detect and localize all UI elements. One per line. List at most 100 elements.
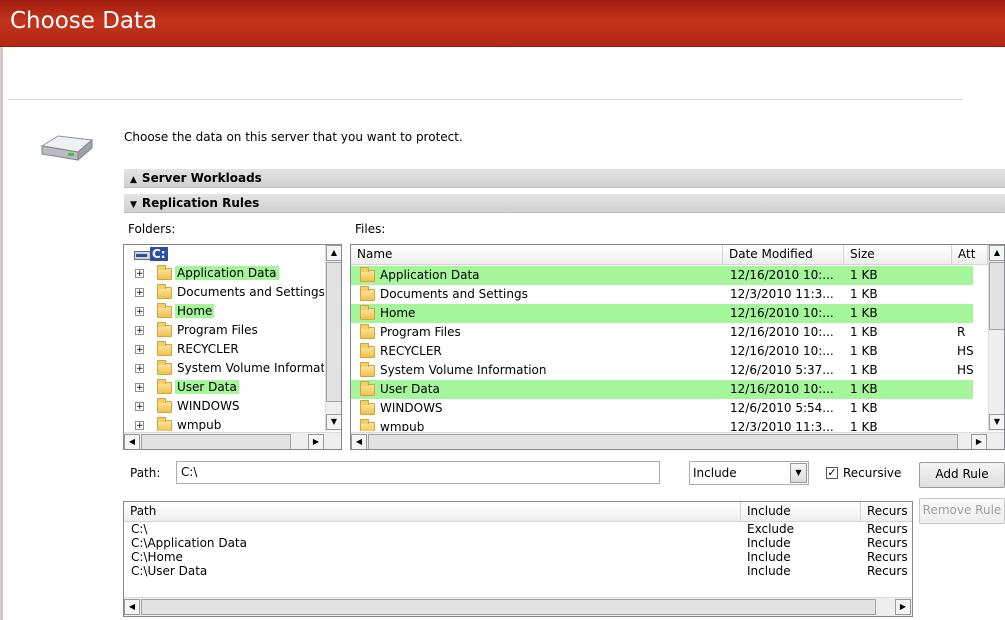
triangle-up-icon: ▲ xyxy=(130,175,137,185)
folder-tree-hscrollbar[interactable]: ◀ ▶ xyxy=(124,432,341,449)
file-date-modified: 12/16/2010 10:... xyxy=(730,268,834,282)
intro-text: Choose the data on this server that you … xyxy=(124,130,463,144)
file-date-modified: 12/16/2010 10:... xyxy=(730,344,834,358)
file-row[interactable]: Home 12/16/2010 10:... 1 KB xyxy=(351,304,973,323)
column-header-date-modified[interactable]: Date Modified xyxy=(723,245,844,265)
tree-item[interactable]: + System Volume Informat xyxy=(124,360,324,379)
file-row[interactable]: System Volume Information 12/6/2010 5:37.… xyxy=(351,361,974,380)
plus-box-icon[interactable]: + xyxy=(135,288,144,298)
scroll-thumb[interactable] xyxy=(326,262,341,402)
column-header-path[interactable]: Path xyxy=(124,502,741,522)
tree-item[interactable]: + Documents and Settings xyxy=(124,284,324,303)
remove-rule-button[interactable]: Remove Rule xyxy=(919,498,1005,524)
file-row[interactable]: Program Files 12/16/2010 10:... 1 KB R xyxy=(351,323,973,342)
files-list[interactable]: Name Date Modified Size Att Application … xyxy=(350,244,1005,450)
scroll-right-button[interactable]: ▶ xyxy=(308,434,324,449)
file-row[interactable]: RECYCLER 12/16/2010 10:... 1 KB HS xyxy=(351,342,974,361)
scroll-thumb[interactable] xyxy=(141,599,876,615)
file-size: 1 KB xyxy=(850,325,878,339)
plus-box-icon[interactable]: + xyxy=(135,345,144,355)
include-mode-value: Include xyxy=(693,466,737,480)
scroll-thumb[interactable] xyxy=(989,262,1004,330)
plus-box-icon[interactable]: + xyxy=(135,364,144,374)
file-row[interactable]: wmpub 12/3/2010 11:3... 1 KB xyxy=(351,418,973,431)
rules-hscrollbar[interactable]: ◀ ▶ xyxy=(124,597,912,616)
rule-row[interactable]: C:\ Exclude Recurs xyxy=(124,523,908,536)
folder-icon xyxy=(360,267,375,282)
column-header-size[interactable]: Size xyxy=(844,245,952,265)
rule-include: Include xyxy=(747,550,791,564)
server-workloads-section[interactable]: ▲ Server Workloads xyxy=(124,168,1005,188)
tree-item[interactable]: + RECYCLER xyxy=(124,341,324,360)
tree-item-label: Documents and Settings xyxy=(177,285,324,299)
folder-tree[interactable]: C: + Application Data + Documents and Setti… xyxy=(123,244,342,450)
server-workloads-label: Server Workloads xyxy=(141,171,262,185)
tree-item[interactable]: + WINDOWS xyxy=(124,398,324,417)
tree-item-label: WINDOWS xyxy=(177,399,240,413)
rule-row[interactable]: C:\Home Include Recurs xyxy=(124,550,908,564)
file-date-modified: 12/16/2010 10:... xyxy=(730,382,834,396)
folder-icon xyxy=(360,381,375,396)
plus-box-icon[interactable]: + xyxy=(135,383,144,393)
replication-rules-section[interactable]: ▼ Replication Rules xyxy=(124,193,1005,213)
scroll-right-button[interactable]: ▶ xyxy=(895,599,911,615)
column-header-include[interactable]: Include xyxy=(741,502,861,522)
files-vscrollbar[interactable]: ▲ ▼ xyxy=(988,245,1004,431)
tree-root[interactable]: C: xyxy=(124,246,324,265)
plus-box-icon[interactable]: + xyxy=(135,269,144,279)
tree-item[interactable]: + Application Data xyxy=(124,265,324,284)
scroll-thumb[interactable] xyxy=(141,434,291,449)
scroll-left-button[interactable]: ◀ xyxy=(124,599,140,615)
file-row[interactable]: WINDOWS 12/6/2010 5:54... 1 KB xyxy=(351,399,973,418)
scroll-up-button[interactable]: ▲ xyxy=(326,245,341,261)
folder-icon xyxy=(360,305,375,320)
tree-item-label: User Data xyxy=(175,380,239,394)
tree-item[interactable]: + Home xyxy=(124,303,324,322)
file-name: RECYCLER xyxy=(380,344,442,358)
plus-box-icon[interactable]: + xyxy=(135,326,144,336)
scroll-left-button[interactable]: ◀ xyxy=(351,434,367,449)
column-header-recursive[interactable]: Recurs xyxy=(861,502,912,522)
checkmark-icon: ✓ xyxy=(827,466,837,479)
rules-list[interactable]: Path Include Recurs C:\ Exclude Recurs C:\A… xyxy=(123,501,913,617)
file-row[interactable]: Documents and Settings 12/3/2010 11:3... 1… xyxy=(351,285,973,304)
file-row[interactable]: Application Data 12/16/2010 10:... 1 KB xyxy=(351,266,973,285)
scroll-left-button[interactable]: ◀ xyxy=(124,434,140,449)
folder-icon xyxy=(157,303,172,318)
scroll-thumb[interactable] xyxy=(368,434,958,449)
column-header-name[interactable]: Name xyxy=(351,245,723,265)
folder-icon xyxy=(360,419,375,431)
tree-item[interactable]: + wmpub xyxy=(124,417,324,431)
file-row[interactable]: User Data 12/16/2010 10:... 1 KB xyxy=(351,380,973,399)
folder-icon xyxy=(360,362,375,377)
scroll-right-button[interactable]: ▶ xyxy=(971,434,987,449)
include-mode-select[interactable]: Include ▼ xyxy=(689,461,809,485)
scroll-down-button[interactable]: ▼ xyxy=(989,414,1004,430)
column-header-attributes[interactable]: Att xyxy=(952,245,988,265)
tree-item[interactable]: + Program Files xyxy=(124,322,324,341)
plus-box-icon[interactable]: + xyxy=(135,307,144,317)
rule-row[interactable]: C:\Application Data Include Recurs xyxy=(124,537,908,550)
plus-box-icon[interactable]: + xyxy=(135,421,144,431)
file-attributes: HS xyxy=(957,344,974,358)
rule-include: Include xyxy=(747,564,791,578)
recursive-checkbox[interactable]: ✓ xyxy=(826,467,838,479)
path-input[interactable]: C:\ xyxy=(176,461,660,484)
files-hscrollbar[interactable]: ◀ ▶ xyxy=(351,432,1004,449)
tree-item[interactable]: + User Data xyxy=(124,379,324,398)
replication-rules-label: Replication Rules xyxy=(141,196,260,210)
folder-tree-vscrollbar[interactable]: ▲ ▼ xyxy=(325,245,341,431)
file-name: WINDOWS xyxy=(380,401,443,415)
rule-include: Exclude xyxy=(747,523,795,536)
folder-icon xyxy=(157,284,172,299)
plus-box-icon[interactable]: + xyxy=(135,402,144,412)
rule-recursive: Recurs xyxy=(867,536,908,550)
chevron-down-icon[interactable]: ▼ xyxy=(790,463,807,483)
file-date-modified: 12/6/2010 5:37... xyxy=(730,363,834,377)
add-rule-button[interactable]: Add Rule xyxy=(919,462,1005,488)
scroll-down-button[interactable]: ▼ xyxy=(326,414,341,430)
rule-row[interactable]: C:\User Data Include Recurs xyxy=(124,564,908,578)
rules-rows: C:\ Exclude Recurs C:\Application Data Inclu… xyxy=(124,523,912,595)
scroll-up-button[interactable]: ▲ xyxy=(989,245,1004,261)
file-name: User Data xyxy=(380,382,440,396)
